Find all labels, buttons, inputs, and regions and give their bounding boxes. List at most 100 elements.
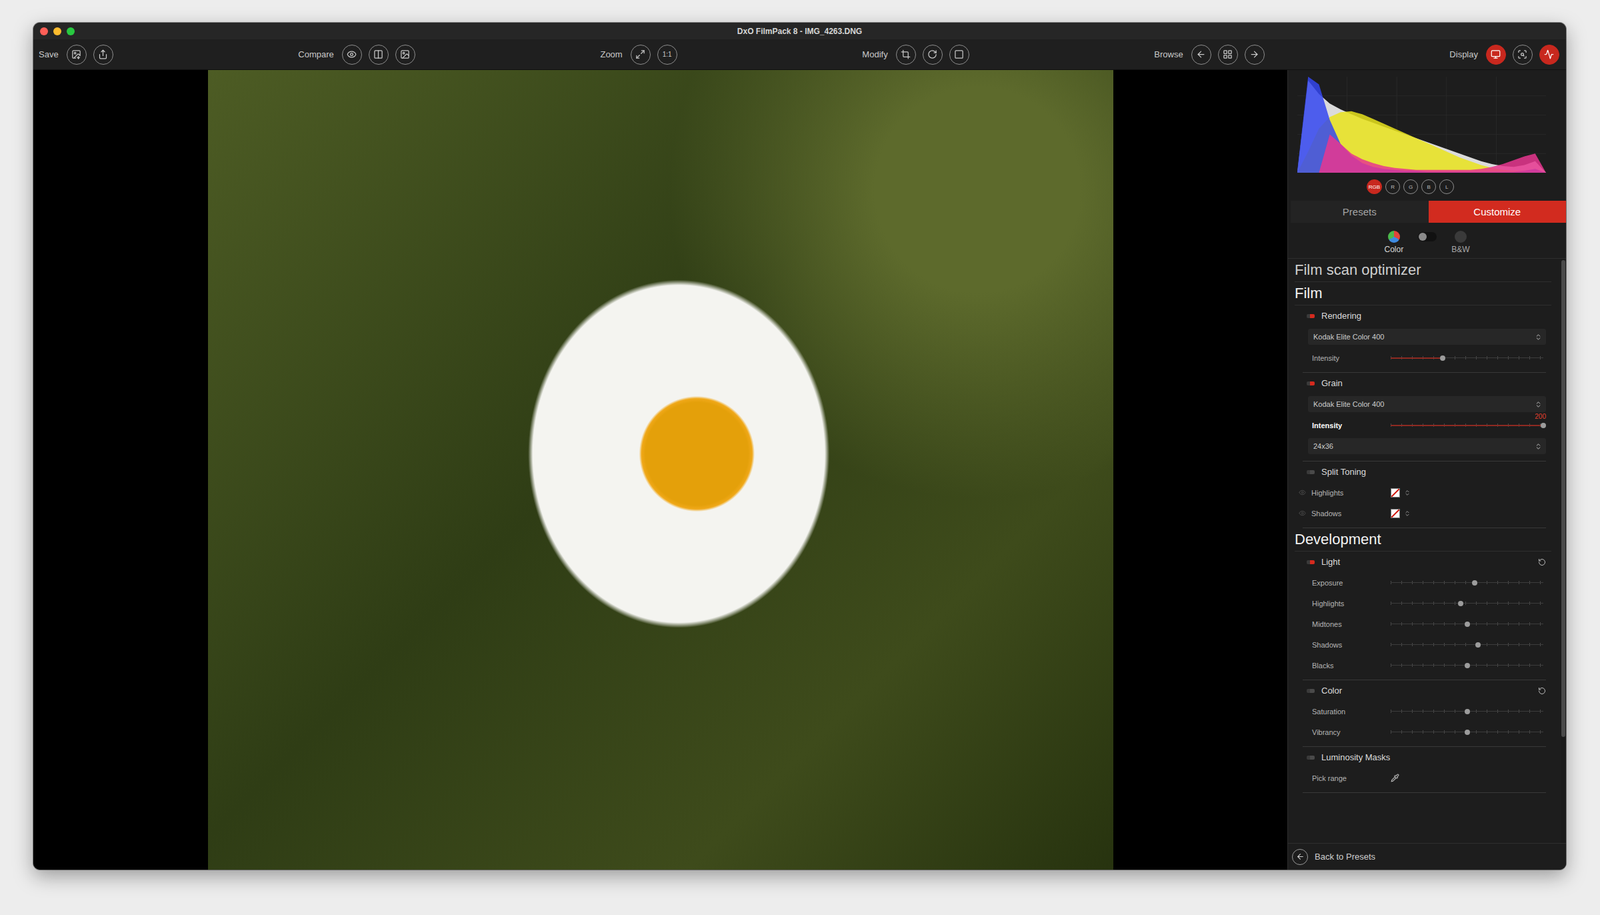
slider[interactable] [1390,726,1544,738]
enable-toggle[interactable] [1306,381,1315,386]
toolbar-label: Modify [862,49,888,60]
toolbar-label: Compare [298,49,334,60]
channel-button[interactable]: G [1403,179,1418,194]
toolbar-group: Save [38,44,114,65]
channel-button[interactable]: L [1439,179,1454,194]
toolbar-button[interactable] [630,44,651,65]
toolbar-button[interactable] [93,44,114,65]
group-title[interactable]: Rendering [1321,310,1546,321]
channel-button[interactable]: R [1385,179,1400,194]
slider-row: Intensity200 [1302,414,1546,436]
channel-button[interactable]: RGB [1366,179,1382,194]
row-label: Pick range [1312,774,1391,782]
close-button[interactable] [40,27,48,36]
toolbar-label: Display [1449,49,1478,60]
section-title[interactable]: Film [1294,282,1552,306]
toolbar-button[interactable] [1191,44,1212,65]
section: Film scan optimizer [1294,258,1552,282]
toolbar-button[interactable] [395,44,416,65]
enable-toggle[interactable] [1306,560,1315,564]
slider-knob[interactable] [1475,642,1481,648]
dropdown[interactable]: Kodak Elite Color 400 [1308,328,1546,345]
row-label: Exposure [1312,578,1391,587]
slider-knob[interactable] [1464,662,1470,668]
dropdown[interactable]: 24x36 [1308,438,1546,454]
channel-button[interactable]: B [1421,179,1436,194]
group-title[interactable]: Luminosity Masks [1321,752,1546,762]
slider-row: Midtones [1302,613,1546,634]
toolbar-button[interactable] [1539,44,1560,65]
slider-knob[interactable] [1458,600,1464,606]
section: Film Rendering Kodak Elite Color 400 Intens… [1294,282,1552,528]
toolbar-button[interactable] [1244,44,1265,65]
group-title[interactable]: Split Toning [1321,466,1546,477]
enable-toggle[interactable] [1306,314,1315,318]
toolbar-button[interactable] [922,44,943,65]
eye-icon[interactable] [1298,488,1306,496]
rotate-icon [927,49,938,60]
chevron-icon[interactable] [1404,510,1411,517]
toolbar-button[interactable] [1486,44,1506,65]
settings-group: ColorSaturationVibrancy [1302,680,1546,747]
eyedropper-icon[interactable] [1390,773,1400,782]
zoom-button[interactable] [66,27,75,36]
slider-knob[interactable] [1440,355,1446,361]
slider-knob[interactable] [1540,422,1546,428]
chevron-icon[interactable] [1404,489,1411,496]
section-title[interactable]: Film scan optimizer [1294,258,1552,282]
dropdown[interactable]: Kodak Elite Color 400 [1308,396,1546,412]
panel-tabs: PresetsCustomize [1290,200,1566,223]
enable-toggle[interactable] [1306,688,1315,693]
toolbar-button[interactable] [368,44,389,65]
slider-knob[interactable] [1472,580,1478,586]
settings-group: RenderingKodak Elite Color 400Intensity [1302,305,1546,373]
slider-knob[interactable] [1464,708,1470,714]
color-swatch[interactable] [1390,508,1400,518]
scrollbar[interactable] [1560,258,1566,843]
back-to-presets-button[interactable]: Back to Presets [1288,842,1566,870]
color-cell [1390,508,1546,518]
row-label: Shadows [1312,640,1391,649]
slider-knob[interactable] [1464,621,1470,627]
mode-switch[interactable] [1418,232,1437,242]
color-swatch[interactable] [1390,488,1400,498]
settings-group: Grain Kodak Elite Color 400 Intensity200 24… [1302,372,1546,462]
chevron-icon [1534,442,1542,450]
enable-toggle[interactable] [1306,755,1315,760]
toolbar-button[interactable] [1512,44,1533,65]
slider[interactable]: 200 [1390,419,1544,432]
slider-knob[interactable] [1464,729,1470,735]
slider[interactable] [1390,705,1544,718]
color-row: Highlights [1302,482,1546,503]
toolbar-button[interactable]: 1:1 [657,44,678,65]
group-title[interactable]: Grain [1321,378,1546,388]
group-title[interactable]: Light [1321,556,1532,567]
slider[interactable] [1390,618,1544,630]
toolbar-button[interactable] [342,44,362,65]
reset-button[interactable] [1538,686,1546,695]
row-label: Intensity [1312,421,1391,430]
tab[interactable]: Customize [1428,200,1567,223]
eye-icon[interactable] [1298,509,1306,517]
settings-list: Film scan optimizerFilm Rendering Kodak El… [1288,258,1561,843]
minimize-button[interactable] [53,27,62,36]
toolbar-button[interactable] [896,44,916,65]
slider[interactable] [1390,638,1544,651]
slider[interactable] [1390,597,1544,610]
slider[interactable] [1390,576,1544,589]
reset-button[interactable] [1538,558,1546,566]
scroll-thumb[interactable] [1561,260,1566,737]
enable-toggle[interactable] [1306,470,1315,474]
toolbar-button[interactable] [1218,44,1238,65]
tab[interactable]: Presets [1290,200,1429,223]
mode-option[interactable]: B&W [1451,230,1470,254]
mode-option[interactable]: Color [1384,230,1404,254]
slider[interactable] [1390,352,1544,364]
group-title[interactable]: Color [1321,685,1532,696]
toolbar-button[interactable] [66,44,87,65]
chevron-icon [1534,333,1542,341]
slider[interactable] [1390,659,1544,672]
eye-icon [346,49,357,60]
toolbar-button[interactable] [949,44,970,65]
section-title[interactable]: Development [1294,528,1552,552]
